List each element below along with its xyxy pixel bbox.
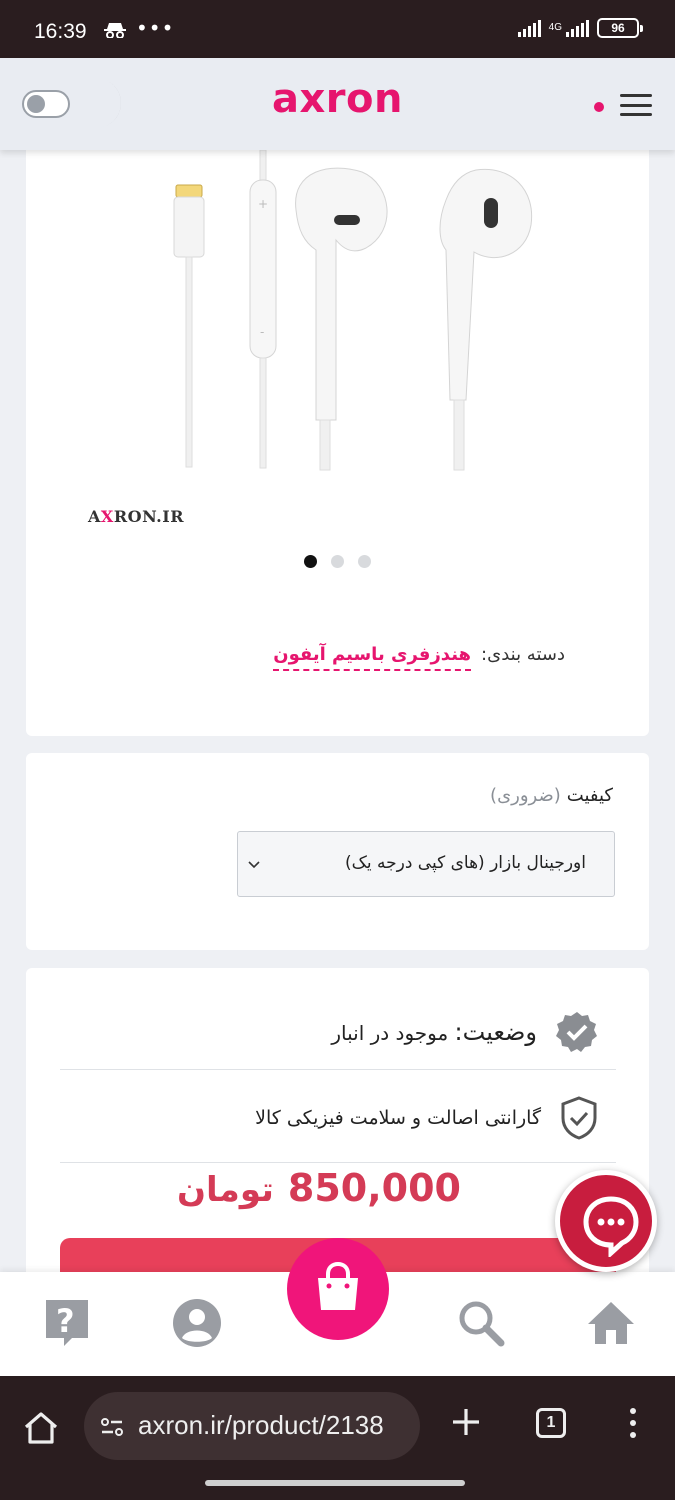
product-gallery-card: + - AXRON.IR دسته بندی: هندزفری باسیم آی… xyxy=(26,100,649,736)
price-currency: تومان xyxy=(177,1170,274,1210)
carousel-dots xyxy=(304,555,371,568)
search-icon[interactable] xyxy=(456,1298,506,1348)
svg-text:?: ? xyxy=(56,1302,75,1340)
cart-button[interactable] xyxy=(287,1238,389,1340)
quality-required: (ضروری) xyxy=(490,785,561,806)
browser-menu-icon[interactable] xyxy=(626,1406,640,1440)
price-value: 850,000 xyxy=(287,1166,461,1210)
guarantee-row: گارانتی اصالت و سلامت فیزیکی کالا xyxy=(255,1096,597,1140)
cart-icon xyxy=(318,1262,358,1310)
gesture-bar[interactable] xyxy=(205,1480,465,1486)
network-type: 4G xyxy=(548,22,562,33)
shield-icon xyxy=(561,1096,597,1140)
product-image[interactable]: + - xyxy=(166,140,546,480)
home-icon[interactable] xyxy=(586,1298,636,1348)
category-row: دسته بندی: هندزفری باسیم آیفون xyxy=(273,644,565,671)
chat-button[interactable] xyxy=(555,1170,657,1272)
site-settings-icon[interactable] xyxy=(100,1416,124,1438)
divider xyxy=(60,1069,616,1070)
system-status-bar: 16:39 ••• 4G 96 xyxy=(0,0,675,58)
guarantee-text: گارانتی اصالت و سلامت فیزیکی کالا xyxy=(255,1107,541,1129)
quality-label-row: کیفیت (ضروری) xyxy=(490,785,613,806)
chevron-down-icon xyxy=(248,861,260,869)
category-label: دسته بندی: xyxy=(481,644,565,665)
watermark-prefix: A xyxy=(88,507,101,526)
signal-icon-2 xyxy=(566,19,589,37)
account-icon[interactable] xyxy=(172,1298,222,1348)
help-icon[interactable]: ? xyxy=(42,1298,92,1348)
stock-status-value: موجود در انبار xyxy=(331,1021,449,1045)
carousel-dot[interactable] xyxy=(358,555,371,568)
status-more-icon: ••• xyxy=(136,16,175,40)
divider xyxy=(60,1162,616,1163)
new-tab-icon[interactable] xyxy=(450,1406,482,1438)
incognito-icon xyxy=(104,23,126,38)
carousel-dot[interactable] xyxy=(331,555,344,568)
menu-icon[interactable] xyxy=(620,94,652,116)
image-watermark: AXRON.IR xyxy=(88,507,184,526)
site-logo[interactable]: axron xyxy=(0,76,675,122)
chat-icon xyxy=(583,1196,639,1257)
verified-icon xyxy=(556,1012,597,1052)
stock-status-text: وضعیت: موجود در انبار xyxy=(331,1018,537,1046)
price: 850,000 تومان xyxy=(177,1166,461,1210)
status-indicators: 4G 96 xyxy=(517,18,643,38)
battery-icon: 96 xyxy=(597,18,643,38)
svg-text:+: + xyxy=(258,197,268,211)
stock-status-label: وضعیت: xyxy=(454,1018,537,1046)
address-bar[interactable]: axron.ir/product/2138 xyxy=(84,1392,420,1460)
browser-home-icon[interactable] xyxy=(22,1409,60,1447)
tab-switcher[interactable]: 1 xyxy=(536,1408,566,1438)
quality-label: کیفیت xyxy=(566,785,613,806)
svg-text:-: - xyxy=(260,325,264,339)
quality-select[interactable]: اورجینال بازار (های کپی درجه یک) xyxy=(237,831,615,897)
watermark-rest: RON.IR xyxy=(113,507,185,526)
status-time: 16:39 xyxy=(34,20,87,43)
notification-dot xyxy=(594,102,604,112)
category-link[interactable]: هندزفری باسیم آیفون xyxy=(273,644,472,671)
quality-select-value: اورجینال بازار (های کپی درجه یک) xyxy=(345,853,586,873)
quality-option-card: کیفیت (ضروری) اورجینال بازار (های کپی در… xyxy=(26,753,649,950)
carousel-dot[interactable] xyxy=(304,555,317,568)
watermark-x: X xyxy=(100,507,114,526)
browser-toolbar: axron.ir/product/2138 1 xyxy=(0,1376,675,1500)
site-header: axron xyxy=(0,58,675,150)
battery-level: 96 xyxy=(611,21,625,35)
url-text: axron.ir/product/2138 xyxy=(138,1410,384,1440)
stock-status-row: وضعیت: موجود در انبار xyxy=(331,1010,599,1054)
signal-icon xyxy=(517,19,541,37)
